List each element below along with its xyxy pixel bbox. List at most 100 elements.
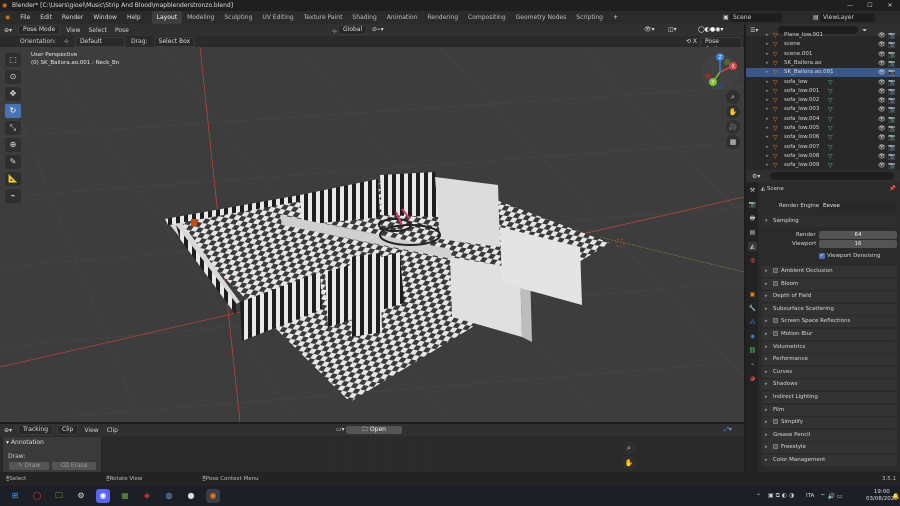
outliner-row[interactable]: ▸ ▽ sofa_low ▽ 👁 📷 [746, 78, 900, 87]
render-panel-header[interactable]: ▸ Simplify [762, 417, 897, 429]
eye-icon[interactable]: 👁 [878, 143, 886, 152]
menu-render[interactable]: Render [57, 11, 88, 24]
roblox-icon[interactable]: ◈ [140, 489, 154, 503]
outliner-row[interactable]: ▸ ▽ sofa_low.007 ▽ 👁 📷 [746, 143, 900, 152]
render-panel-header[interactable]: ▸ Film [762, 404, 897, 416]
render-visibility-icon[interactable]: 📷 [888, 143, 895, 152]
render-panel-header[interactable]: ▸ Bloom [762, 278, 897, 290]
pan-hand-icon[interactable]: ✋ [726, 105, 740, 119]
erase-button[interactable]: ⌫ Erase [52, 462, 96, 470]
eye-icon[interactable]: 👁 [878, 59, 886, 68]
maximize-icon[interactable]: ☐ [860, 0, 880, 11]
expand-icon[interactable]: ▸ [766, 143, 769, 152]
rotate-icon[interactable]: ↻ [5, 104, 21, 118]
outliner-row[interactable]: ▸ ▽ sofa_low.004 ▽ 👁 📷 [746, 115, 900, 124]
render-panel-header[interactable]: ▸ Freestyle [762, 442, 897, 454]
render-panel-header[interactable]: ▸ Color Management [762, 455, 897, 466]
panel-enable-checkbox[interactable] [773, 331, 778, 336]
modifier-tab-icon[interactable]: 🔧 [748, 304, 757, 313]
bone-tool-icon[interactable]: ⌁ [5, 189, 21, 203]
workspace-tab-animation[interactable]: Animation [382, 11, 423, 24]
mirror-x-icon[interactable]: ⟲ X [682, 36, 701, 47]
eye-icon[interactable]: 👁 [878, 152, 886, 161]
windows-start-icon[interactable]: ⊞ [8, 489, 22, 503]
physics-tab-icon[interactable]: ◉ [748, 332, 757, 341]
navigation-gizmo[interactable]: X Y Z [700, 52, 740, 92]
render-panel-header[interactable]: ▸ Grease Pencil [762, 429, 897, 441]
mesh-data-icon[interactable]: ▽ [828, 152, 833, 161]
workspace-tab-rendering[interactable]: Rendering [422, 11, 463, 24]
panel-enable-checkbox[interactable] [773, 318, 778, 324]
render-panel-header[interactable]: ▸ Performance [762, 354, 897, 366]
menu-pose[interactable]: Pose [111, 25, 133, 36]
open-clip-button[interactable]: 🗀 Open [346, 426, 402, 434]
mesh-data-icon[interactable]: ▽ [828, 105, 833, 114]
render-panel-header[interactable]: ▸ Screen Space Reflections [762, 316, 897, 328]
world-tab-icon[interactable]: ◍ [748, 256, 757, 265]
workspace-tab-sculpting[interactable]: Sculpting [219, 11, 257, 24]
settings-taskbar-icon[interactable]: ⚙ [74, 489, 88, 503]
workspace-tab-modeling[interactable]: Modeling [182, 11, 219, 24]
3d-viewport[interactable] [0, 47, 744, 422]
clip-editor-type-icon[interactable]: ⊕▾ [0, 425, 16, 436]
scene-tab-icon[interactable]: ◭ [748, 242, 757, 251]
snap-icon[interactable]: ⊘⌁▾ [368, 24, 388, 35]
cursor-icon[interactable]: ⊙ [5, 70, 21, 84]
render-visibility-icon[interactable]: 📷 [888, 59, 895, 68]
render-tab-icon[interactable]: 📷 [748, 200, 757, 209]
viewport-scene[interactable] [0, 47, 744, 422]
workspace-tab-uv-editing[interactable]: UV Editing [257, 11, 298, 24]
render-visibility-icon[interactable]: 📷 [888, 124, 895, 133]
render-visibility-icon[interactable]: 📷 [888, 96, 895, 105]
eye-icon[interactable]: 👁 [878, 31, 886, 40]
mesh-data-icon[interactable]: ▽ [828, 124, 833, 133]
render-panel-header[interactable]: ▸ Depth of Field [762, 291, 897, 303]
outliner-row[interactable]: ▸ ▽ sofa_low.003 ▽ 👁 📷 [746, 105, 900, 114]
object-tab-icon[interactable]: ▣ [748, 290, 757, 299]
steam-icon[interactable]: ◍ [162, 489, 176, 503]
render-visibility-icon[interactable]: 📷 [888, 68, 895, 77]
blender-menu-icon[interactable]: ◉ [0, 11, 15, 24]
render-panel-header[interactable]: ▸ Curves [762, 366, 897, 378]
move-icon[interactable]: ✥ [5, 87, 21, 101]
outliner-row[interactable]: ▸ ▽ SK_Ballora.ao 👁 📷 [746, 59, 900, 68]
minimize-icon[interactable]: — [840, 0, 860, 11]
eye-icon[interactable]: 👁 [878, 105, 886, 114]
eye-icon[interactable]: 👁 [878, 124, 886, 133]
mesh-data-icon[interactable]: ▽ [828, 87, 833, 96]
mesh-data-icon[interactable]: ▽ [828, 143, 833, 152]
outliner-row[interactable]: ▸ ▽ sofa_low.008 ▽ 👁 📷 [746, 152, 900, 161]
github-icon[interactable]: ● [184, 489, 198, 503]
close-icon[interactable]: ✕ [880, 0, 900, 11]
eye-icon[interactable]: 👁 [878, 40, 886, 49]
overlay-icon[interactable]: ◫▾ [664, 24, 681, 35]
data-tab-icon[interactable]: ⌁ [748, 360, 757, 369]
render-visibility-icon[interactable]: 📷 [888, 115, 895, 124]
network-volume-icons[interactable]: ⌔ 🔊 ▭ [820, 492, 843, 500]
annotation-header[interactable]: ▾ Annotation [6, 439, 44, 446]
minecraft-icon[interactable]: ▦ [118, 489, 132, 503]
expand-icon[interactable]: ▸ [766, 59, 769, 68]
scale-icon[interactable]: ⤡ [5, 121, 21, 135]
mesh-data-icon[interactable]: ▽ [828, 133, 833, 142]
particles-tab-icon[interactable]: ⁂ [748, 318, 757, 327]
pin-icon[interactable]: 📌 [889, 183, 896, 195]
opera-gx-icon[interactable]: ◯ [30, 489, 44, 503]
render-panel-header[interactable]: ▸ Shadows [762, 379, 897, 391]
render-panel-header[interactable]: ▸ Indirect Lighting [762, 392, 897, 403]
render-visibility-icon[interactable]: 📷 [888, 133, 895, 142]
expand-icon[interactable]: ▸ [766, 68, 769, 77]
panel-enable-checkbox[interactable] [773, 280, 778, 286]
eye-icon[interactable]: 👁 [878, 68, 886, 77]
workspace-tab-layout[interactable]: Layout [151, 11, 183, 24]
render-visibility-icon[interactable]: 📷 [888, 152, 895, 161]
expand-icon[interactable]: ▸ [766, 78, 769, 87]
render-panel-header[interactable]: ▸ Motion Blur [762, 329, 897, 340]
menu-clip-view[interactable]: View [80, 425, 102, 436]
menu-clip[interactable]: Clip [103, 425, 122, 436]
zoom-icon[interactable]: ⌕ [726, 90, 740, 104]
workspace-tab-scripting[interactable]: Scripting [571, 11, 608, 24]
menu-help[interactable]: Help [122, 11, 146, 24]
clip-gizmo-icon[interactable]: ⤢▾ [720, 424, 736, 435]
clip-zoom-icon[interactable]: ⌕ [622, 441, 636, 455]
